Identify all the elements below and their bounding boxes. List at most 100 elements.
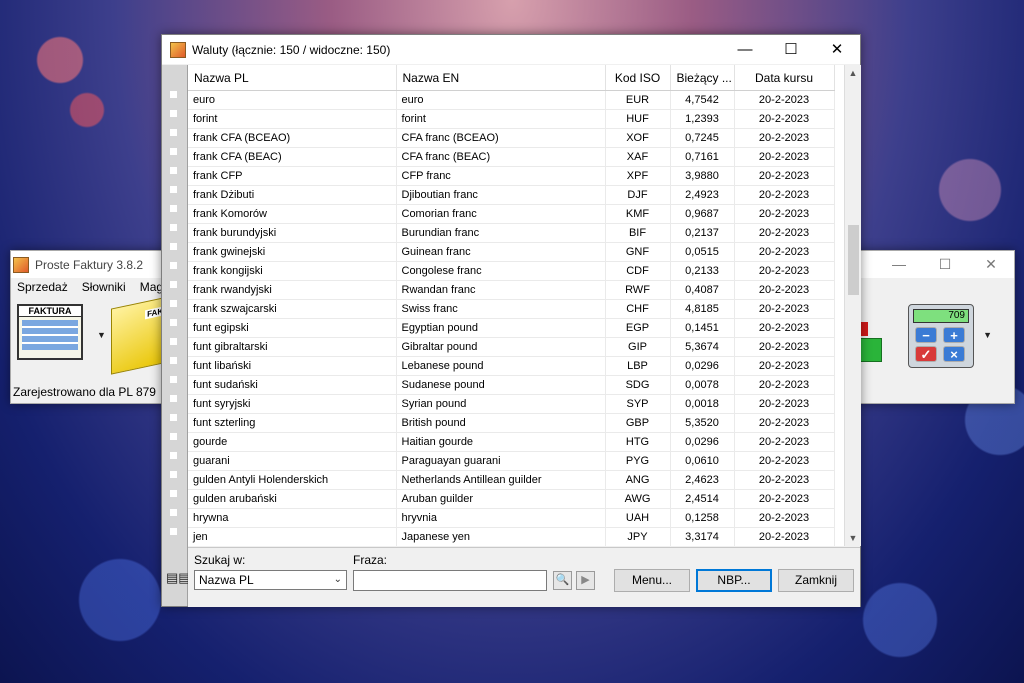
table-row[interactable]: euro euro EUR 4,7542 20-2-2023 xyxy=(188,90,835,110)
column-header-biezacy[interactable]: Bieżący ... xyxy=(670,65,735,91)
column-header-nazwa-pl[interactable]: Nazwa PL xyxy=(188,65,397,91)
cell-nazwa-en: Aruban guilder xyxy=(396,489,606,509)
row-indicator[interactable] xyxy=(170,490,177,497)
table-row[interactable]: gulden Antyli Holenderskich Netherlands A… xyxy=(188,470,835,490)
column-header-nazwa-en[interactable]: Nazwa EN xyxy=(396,65,606,91)
nbp-button[interactable]: NBP... xyxy=(696,569,772,592)
row-indicator[interactable] xyxy=(170,376,177,383)
cell-nazwa-en: Japanese yen xyxy=(396,527,606,546)
table-row[interactable]: funt syryjski Syrian pound SYP 0,0018 20-2-2… xyxy=(188,394,835,414)
cell-kod-iso: LBP xyxy=(605,356,671,376)
row-indicator[interactable] xyxy=(170,395,177,402)
row-indicator[interactable] xyxy=(170,148,177,155)
close-icon[interactable]: ✕ xyxy=(968,251,1014,278)
row-indicator[interactable] xyxy=(170,243,177,250)
row-indicator[interactable] xyxy=(170,471,177,478)
phrase-input[interactable] xyxy=(353,570,547,591)
play-icon[interactable]: ▶ xyxy=(576,571,595,590)
maximize-icon[interactable]: ☐ xyxy=(768,35,814,64)
table-row[interactable]: frank kongijski Congolese franc CDF 0,2133 2… xyxy=(188,261,835,281)
row-indicator[interactable] xyxy=(170,433,177,440)
table-row[interactable]: frank Dżibuti Djiboutian franc DJF 2,4923 20… xyxy=(188,185,835,205)
chevron-down-icon[interactable]: ▼ xyxy=(97,330,106,340)
menu-item-magazyn[interactable]: Mag xyxy=(140,280,163,294)
vertical-scrollbar[interactable]: ▲ ▼ xyxy=(844,65,861,546)
table-row[interactable]: frank CFA (BEAC) CFA franc (BEAC) XAF 0,716… xyxy=(188,147,835,167)
invoice-icon[interactable]: FAKTURA xyxy=(17,304,83,360)
row-indicator[interactable] xyxy=(170,262,177,269)
table-row[interactable]: frank rwandyjski Rwandan franc RWF 0,4087 20… xyxy=(188,280,835,300)
cell-kod-iso: CDF xyxy=(605,261,671,281)
row-indicator[interactable] xyxy=(170,281,177,288)
cell-data-kursu: 20-2-2023 xyxy=(734,432,835,452)
cell-data-kursu: 20-2-2023 xyxy=(734,318,835,338)
row-indicator[interactable] xyxy=(170,205,177,212)
scroll-up-icon[interactable]: ▲ xyxy=(845,65,861,81)
search-icon[interactable]: 🔍 xyxy=(553,571,572,590)
cell-data-kursu: 20-2-2023 xyxy=(734,109,835,129)
column-header-kod-iso[interactable]: Kod ISO xyxy=(605,65,671,91)
cell-nazwa-en: hryvnia xyxy=(396,508,606,528)
row-indicator[interactable] xyxy=(170,110,177,117)
table-row[interactable]: funt szterling British pound GBP 5,3520 20-2… xyxy=(188,413,835,433)
table-row[interactable]: gourde Haitian gourde HTG 0,0296 20-2-2023 xyxy=(188,432,835,452)
scrollbar-thumb[interactable] xyxy=(848,225,859,295)
table-row[interactable]: frank Komorów Comorian franc KMF 0,9687 20-2… xyxy=(188,204,835,224)
calculator-icon[interactable]: 709 − + ✓ × xyxy=(908,304,974,368)
table-row[interactable]: funt egipski Egyptian pound EGP 0,1451 20-2-… xyxy=(188,318,835,338)
row-indicator[interactable] xyxy=(170,338,177,345)
cell-kod-iso: GNF xyxy=(605,242,671,262)
table-row[interactable]: funt libański Lebanese pound LBP 0,0296 20-2… xyxy=(188,356,835,376)
cell-nazwa-pl: frank CFP xyxy=(188,166,397,186)
search-in-value: Nazwa PL xyxy=(199,573,254,587)
table-row[interactable]: jen Japanese yen JPY 3,3174 20-2-2023 xyxy=(188,527,835,546)
table-row[interactable]: frank CFP CFP franc XPF 3,9880 20-2-2023 xyxy=(188,166,835,186)
row-indicator[interactable] xyxy=(170,129,177,136)
cell-nazwa-pl: hrywna xyxy=(188,508,397,528)
cell-nazwa-en: Lebanese pound xyxy=(396,356,606,376)
close-icon[interactable]: ✕ xyxy=(814,35,860,64)
menu-item-slowniki[interactable]: Słowniki xyxy=(82,280,126,294)
row-indicator[interactable] xyxy=(170,452,177,459)
table-row[interactable]: guarani Paraguayan guarani PYG 0,0610 20-2-2… xyxy=(188,451,835,471)
row-indicator[interactable] xyxy=(170,300,177,307)
scroll-down-icon[interactable]: ▼ xyxy=(845,530,861,546)
cell-biezacy: 0,9687 xyxy=(670,204,735,224)
row-indicator[interactable] xyxy=(170,167,177,174)
cell-nazwa-pl: funt libański xyxy=(188,356,397,376)
row-indicator[interactable] xyxy=(170,224,177,231)
table-row[interactable]: funt sudański Sudanese pound SDG 0,0078 20-2… xyxy=(188,375,835,395)
chevron-down-icon[interactable]: ▼ xyxy=(983,330,992,340)
minimize-icon[interactable]: — xyxy=(876,251,922,278)
cell-kod-iso: ANG xyxy=(605,470,671,490)
table-row[interactable]: frank szwajcarski Swiss franc CHF 4,8185 20-… xyxy=(188,299,835,319)
cell-biezacy: 0,0296 xyxy=(670,356,735,376)
cell-data-kursu: 20-2-2023 xyxy=(734,337,835,357)
row-indicator[interactable] xyxy=(170,91,177,98)
table-row[interactable]: gulden arubański Aruban guilder AWG 2,4514 2… xyxy=(188,489,835,509)
cell-nazwa-pl: funt sudański xyxy=(188,375,397,395)
search-in-label: Szukaj w: xyxy=(194,553,246,567)
table-row[interactable]: funt gibraltarski Gibraltar pound GIP 5,367… xyxy=(188,337,835,357)
table-row[interactable]: hrywna hryvnia UAH 0,1258 20-2-2023 xyxy=(188,508,835,528)
table-row[interactable]: frank burundyjski Burundian franc BIF 0,213… xyxy=(188,223,835,243)
table-row[interactable]: frank CFA (BCEAO) CFA franc (BCEAO) XOF 0,7… xyxy=(188,128,835,148)
row-indicator[interactable] xyxy=(170,186,177,193)
cell-kod-iso: GBP xyxy=(605,413,671,433)
row-indicator[interactable] xyxy=(170,414,177,421)
cell-biezacy: 0,0018 xyxy=(670,394,735,414)
table-row[interactable]: frank gwinejski Guinean franc GNF 0,0515 20-… xyxy=(188,242,835,262)
maximize-icon[interactable]: ☐ xyxy=(922,251,968,278)
menu-button[interactable]: Menu... xyxy=(614,569,690,592)
cell-nazwa-en: Netherlands Antillean guilder xyxy=(396,470,606,490)
row-indicator[interactable] xyxy=(170,357,177,364)
search-in-dropdown[interactable]: Nazwa PL ⌄ xyxy=(194,570,347,590)
row-indicator[interactable] xyxy=(170,319,177,326)
row-indicator[interactable] xyxy=(170,528,177,535)
table-row[interactable]: forint forint HUF 1,2393 20-2-2023 xyxy=(188,109,835,129)
minimize-icon[interactable]: — xyxy=(722,35,768,64)
close-button[interactable]: Zamknij xyxy=(778,569,854,592)
menu-item-sprzedaz[interactable]: Sprzedaż xyxy=(17,280,68,294)
column-header-data-kursu[interactable]: Data kursu xyxy=(734,65,835,91)
row-indicator[interactable] xyxy=(170,509,177,516)
